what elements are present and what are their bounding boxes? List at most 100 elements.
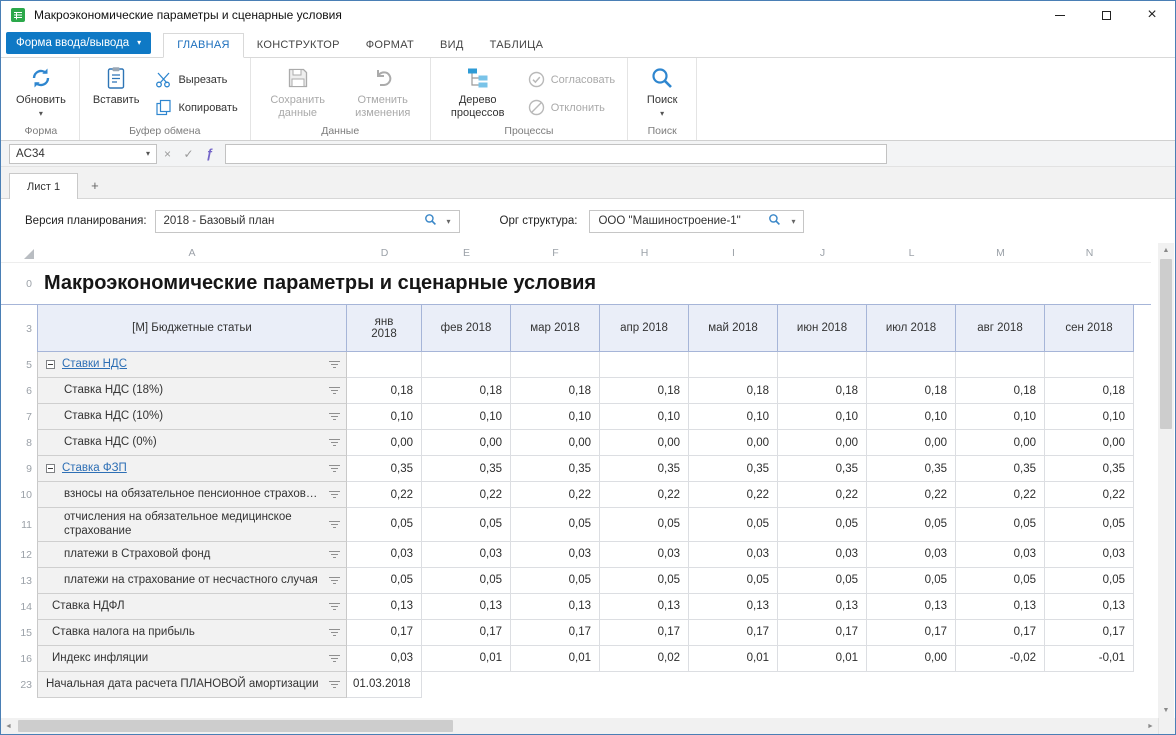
cell[interactable]: [1045, 352, 1134, 378]
column-header[interactable]: E: [422, 243, 511, 262]
cell[interactable]: [422, 352, 511, 378]
save-data-button[interactable]: Сохранить данные: [257, 61, 339, 121]
cell[interactable]: 0,13: [422, 594, 511, 620]
cell[interactable]: [347, 352, 422, 378]
cell[interactable]: 0,22: [422, 482, 511, 508]
ribbon-tab[interactable]: ФОРМАТ: [353, 34, 427, 57]
filter-icon[interactable]: [328, 681, 340, 688]
header-month[interactable]: апр 2018: [600, 305, 689, 352]
filter-icon[interactable]: [328, 491, 340, 498]
row-number[interactable]: 7: [1, 404, 37, 430]
cell[interactable]: 0,00: [600, 430, 689, 456]
cell[interactable]: 0,22: [778, 482, 867, 508]
cell[interactable]: 0,05: [347, 568, 422, 594]
filter-icon[interactable]: [328, 551, 340, 558]
filter-icon[interactable]: [328, 413, 340, 420]
cell[interactable]: [956, 672, 1045, 698]
row-label-text[interactable]: Ставка ФЗП: [62, 461, 324, 475]
cell[interactable]: 0,18: [422, 378, 511, 404]
column-header[interactable]: L: [867, 243, 956, 262]
cell[interactable]: 0,05: [689, 568, 778, 594]
cell[interactable]: [689, 352, 778, 378]
cell[interactable]: 0,18: [1045, 378, 1134, 404]
cell[interactable]: 0,17: [867, 620, 956, 646]
column-header[interactable]: M: [956, 243, 1045, 262]
cell[interactable]: 0,18: [867, 378, 956, 404]
cell[interactable]: 0,35: [347, 456, 422, 482]
row-number[interactable]: 6: [1, 378, 37, 404]
filter-icon[interactable]: [328, 521, 340, 528]
row-label[interactable]: Индекс инфляции: [37, 646, 347, 672]
cell[interactable]: 0,10: [600, 404, 689, 430]
header-month[interactable]: авг 2018: [956, 305, 1045, 352]
formula-input[interactable]: [225, 144, 887, 164]
cell[interactable]: 0,03: [867, 542, 956, 568]
cell[interactable]: [867, 672, 956, 698]
cell[interactable]: [778, 352, 867, 378]
cell[interactable]: 0,05: [422, 508, 511, 542]
cell[interactable]: 0,00: [778, 430, 867, 456]
cell[interactable]: 0,13: [600, 594, 689, 620]
cell[interactable]: 0,03: [347, 542, 422, 568]
header-budget-items[interactable]: [М] Бюджетные статьи: [37, 305, 347, 352]
header-month[interactable]: май 2018: [689, 305, 778, 352]
search-icon[interactable]: [424, 213, 437, 229]
reject-button[interactable]: Отклонить: [522, 97, 611, 118]
column-header[interactable]: H: [600, 243, 689, 262]
function-icon[interactable]: ƒ: [199, 146, 220, 161]
copy-button[interactable]: Копировать: [149, 97, 243, 118]
cell[interactable]: [867, 352, 956, 378]
cell[interactable]: 0,03: [422, 542, 511, 568]
cell[interactable]: 0,13: [867, 594, 956, 620]
cell[interactable]: 0,01: [689, 646, 778, 672]
cell[interactable]: 0,17: [422, 620, 511, 646]
version-combo[interactable]: 2018 - Базовый план ▾: [155, 210, 460, 233]
cell-reference-box[interactable]: AC34 ▾: [9, 144, 157, 164]
cell[interactable]: 0,00: [422, 430, 511, 456]
cell[interactable]: 0,18: [689, 378, 778, 404]
cell[interactable]: 0,10: [689, 404, 778, 430]
filter-icon[interactable]: [328, 439, 340, 446]
cell[interactable]: [778, 672, 867, 698]
cell[interactable]: 0,03: [600, 542, 689, 568]
cell[interactable]: 0,05: [867, 568, 956, 594]
header-month[interactable]: янв 2018: [347, 305, 422, 352]
ribbon-tab[interactable]: ТАБЛИЦА: [477, 34, 557, 57]
cell[interactable]: 0,22: [1045, 482, 1134, 508]
cell[interactable]: 0,13: [778, 594, 867, 620]
cell[interactable]: 0,05: [600, 568, 689, 594]
scroll-left-icon[interactable]: ◄: [1, 718, 16, 734]
process-tree-button[interactable]: Дерево процессов: [437, 61, 519, 121]
cell[interactable]: [689, 672, 778, 698]
cell[interactable]: 0,35: [778, 456, 867, 482]
ribbon-tab[interactable]: ГЛАВНАЯ: [163, 33, 244, 58]
row-label-text[interactable]: Ставки НДС: [62, 357, 324, 371]
cell[interactable]: 0,05: [867, 508, 956, 542]
header-month[interactable]: сен 2018: [1045, 305, 1134, 352]
cell[interactable]: 0,00: [689, 430, 778, 456]
approve-button[interactable]: Согласовать: [522, 69, 621, 90]
group-row-label[interactable]: Ставка ФЗП: [37, 456, 347, 482]
cell[interactable]: 0,35: [600, 456, 689, 482]
column-header[interactable]: N: [1045, 243, 1134, 262]
cell[interactable]: 0,17: [347, 620, 422, 646]
cell[interactable]: 0,05: [600, 508, 689, 542]
header-month[interactable]: июн 2018: [778, 305, 867, 352]
filter-icon[interactable]: [328, 603, 340, 610]
cell[interactable]: 0,00: [1045, 430, 1134, 456]
cell[interactable]: 0,03: [689, 542, 778, 568]
cell[interactable]: 0,03: [778, 542, 867, 568]
form-io-button[interactable]: Форма ввода/вывода ▾: [6, 32, 151, 54]
cell[interactable]: 0,01: [511, 646, 600, 672]
row-label[interactable]: платежи на страхование от несчастного сл…: [37, 568, 347, 594]
collapse-icon[interactable]: [46, 360, 55, 369]
confirm-entry-icon[interactable]: ✓: [178, 147, 199, 161]
cell[interactable]: 0,18: [778, 378, 867, 404]
search-button[interactable]: Поиск ▾: [634, 61, 690, 120]
cell[interactable]: 0,17: [511, 620, 600, 646]
row-number[interactable]: 3: [1, 305, 37, 352]
row-number[interactable]: 9: [1, 456, 37, 482]
chevron-down-icon[interactable]: ▾: [787, 217, 799, 226]
filter-icon[interactable]: [328, 629, 340, 636]
cell[interactable]: 0,17: [689, 620, 778, 646]
